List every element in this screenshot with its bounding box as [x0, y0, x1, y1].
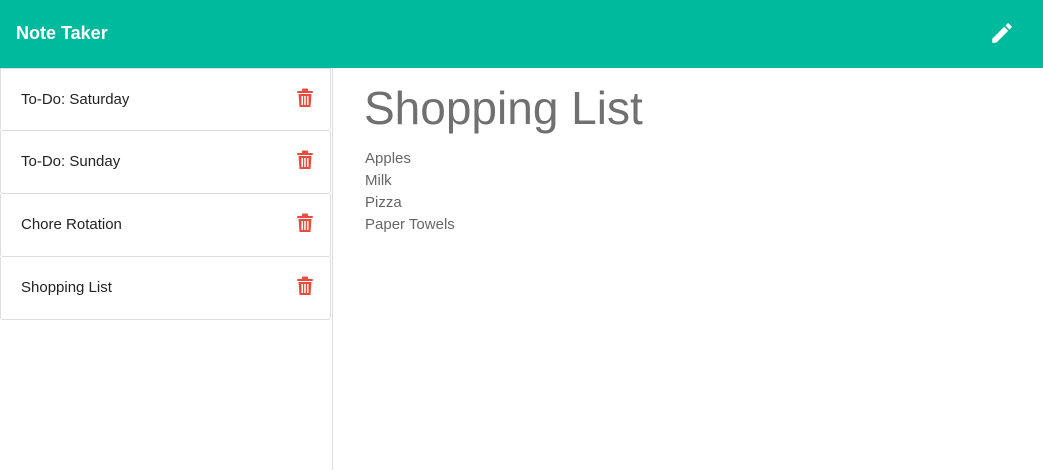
- note-item-shopping-list[interactable]: Shopping List: [0, 257, 331, 320]
- note-text-area[interactable]: Apples Milk Pizza Paper Towels: [365, 148, 455, 236]
- note-line: Apples: [365, 150, 411, 167]
- note-line: Paper Towels: [365, 216, 455, 233]
- note-list: To-Do: Saturday To-Do: Sunday Chore Rota…: [0, 68, 332, 320]
- app-title[interactable]: Note Taker: [16, 22, 108, 44]
- note-editor: Shopping List Apples Milk Pizza Paper To…: [333, 68, 1043, 470]
- trash-icon[interactable]: [296, 276, 314, 296]
- note-item-sunday[interactable]: To-Do: Sunday: [0, 131, 331, 194]
- note-title: To-Do: Saturday: [21, 91, 130, 108]
- note-item-saturday[interactable]: To-Do: Saturday: [0, 68, 331, 131]
- note-title: Shopping List: [21, 279, 112, 296]
- trash-icon[interactable]: [296, 213, 314, 233]
- trash-icon[interactable]: [296, 88, 314, 108]
- pencil-icon: [992, 23, 1012, 43]
- note-title-input[interactable]: Shopping List: [364, 82, 643, 134]
- note-title: To-Do: Sunday: [21, 153, 121, 170]
- new-note-button[interactable]: [987, 18, 1017, 48]
- note-line: Pizza: [365, 194, 402, 211]
- note-item-chore-rotation[interactable]: Chore Rotation: [0, 194, 331, 257]
- note-title: Chore Rotation: [21, 216, 122, 233]
- trash-icon[interactable]: [296, 150, 314, 170]
- sidebar: To-Do: Saturday To-Do: Sunday Chore Rota…: [0, 68, 333, 470]
- navbar: Note Taker: [0, 0, 1043, 68]
- note-line: Milk: [365, 172, 392, 189]
